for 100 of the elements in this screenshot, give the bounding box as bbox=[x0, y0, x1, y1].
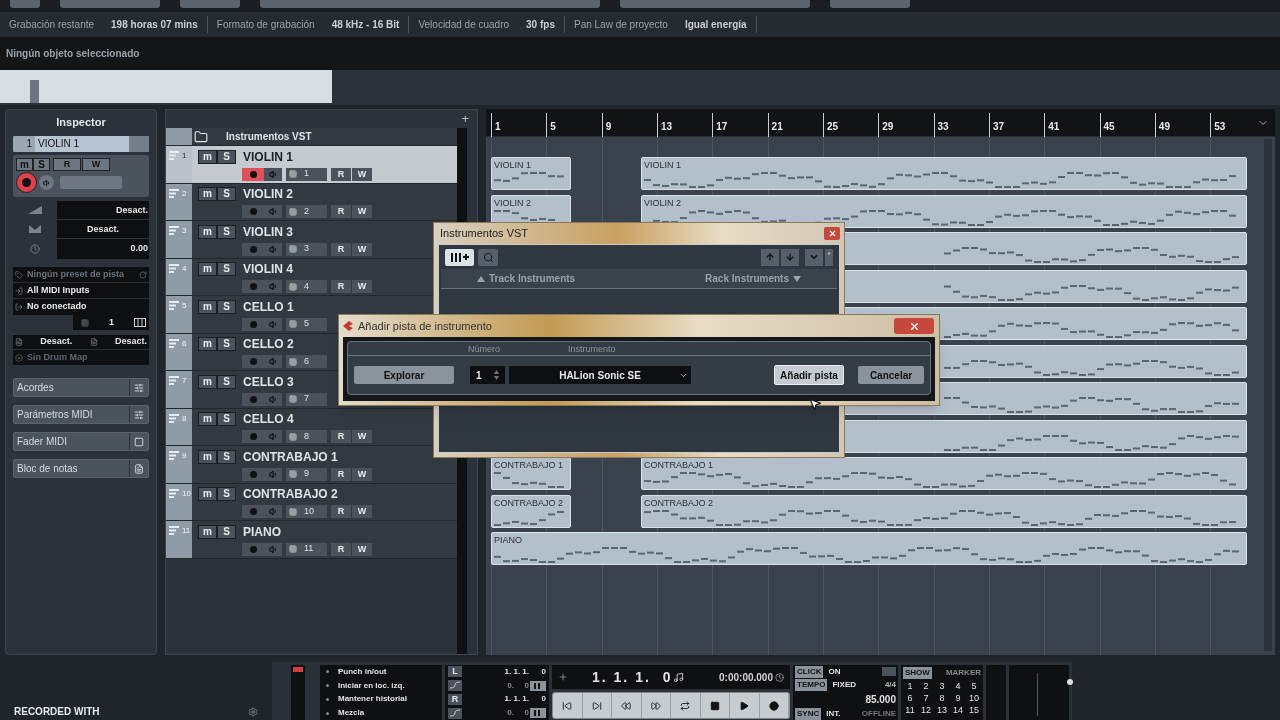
column-header[interactable]: Track Instruments bbox=[477, 271, 576, 286]
track-header[interactable]: m S VIOLIN 3 3 R W bbox=[192, 221, 428, 258]
add-track-confirm-button[interactable]: Añadir pista bbox=[774, 365, 844, 385]
solo-button[interactable]: S bbox=[217, 449, 236, 464]
settings-icon[interactable] bbox=[248, 706, 258, 717]
sync-button[interactable]: SYNC bbox=[795, 707, 822, 720]
mute-button[interactable]: m bbox=[198, 149, 217, 164]
midi-channel-field[interactable]: 4 bbox=[286, 280, 327, 293]
marker-button[interactable]: 11 bbox=[903, 704, 917, 716]
close-button[interactable] bbox=[824, 227, 840, 240]
write-button[interactable]: W bbox=[352, 505, 372, 518]
locator-button[interactable]: L bbox=[448, 666, 462, 678]
solo-button[interactable]: S bbox=[217, 299, 236, 314]
track-header[interactable]: m S CONTRABAJO 1 9 R W bbox=[192, 446, 428, 483]
tempo-button[interactable]: TEMPO bbox=[795, 678, 828, 691]
marker-button[interactable]: 8 bbox=[935, 692, 949, 704]
solo-button[interactable]: S bbox=[217, 337, 236, 351]
write-button[interactable]: W bbox=[352, 430, 372, 443]
track-header[interactable]: m S CONTRABAJO 2 10 R W bbox=[192, 483, 428, 520]
solo-button[interactable]: S bbox=[217, 412, 236, 426]
number-field[interactable]: 1 bbox=[470, 366, 505, 384]
write-button[interactable]: W bbox=[82, 158, 110, 171]
inspector-section-button[interactable]: Parámetros MIDI bbox=[13, 405, 149, 424]
add-track-button[interactable]: + bbox=[461, 110, 469, 128]
monitor-button[interactable] bbox=[264, 167, 282, 181]
marker-button[interactable]: 12 bbox=[919, 704, 933, 716]
column-header[interactable]: Rack Instruments bbox=[705, 271, 801, 286]
mute-button[interactable]: m bbox=[198, 224, 217, 239]
midi-channel-field[interactable]: 8 bbox=[286, 430, 327, 443]
mute-button[interactable]: m bbox=[198, 374, 217, 389]
solo-button[interactable]: S bbox=[217, 224, 236, 239]
midi-output-label[interactable]: No conectado bbox=[27, 300, 87, 314]
search-button[interactable] bbox=[478, 248, 498, 266]
read-button[interactable]: R bbox=[331, 505, 351, 518]
mute-button[interactable]: m bbox=[198, 487, 217, 501]
solo-button[interactable]: S bbox=[217, 187, 236, 201]
browse-button[interactable]: Explorar bbox=[354, 366, 454, 384]
read-button[interactable]: R bbox=[331, 542, 351, 556]
mute-button[interactable]: m bbox=[198, 524, 217, 539]
locator-button[interactable]: R bbox=[448, 693, 462, 705]
read-button[interactable]: R bbox=[331, 167, 351, 181]
solo-button[interactable]: S bbox=[217, 487, 236, 501]
midi-channel-field[interactable]: 5 bbox=[286, 317, 327, 331]
write-button[interactable]: W bbox=[352, 542, 372, 556]
read-button[interactable]: R bbox=[331, 430, 351, 443]
marker-button[interactable]: 4 bbox=[951, 680, 965, 692]
midi-input-label[interactable]: All MIDI Inputs bbox=[27, 283, 90, 298]
menu-button[interactable] bbox=[805, 248, 823, 266]
marker-button[interactable]: 5 bbox=[967, 680, 981, 692]
punch-option[interactable]: Mantener historial bbox=[338, 693, 407, 706]
mute-button[interactable]: m bbox=[198, 449, 217, 464]
reload-icon[interactable] bbox=[139, 270, 147, 279]
move-down-button[interactable] bbox=[781, 248, 799, 266]
midi-channel-field[interactable]: 10 bbox=[286, 505, 327, 518]
marker-button[interactable]: 13 bbox=[935, 704, 949, 716]
nudge-icon[interactable] bbox=[558, 672, 568, 682]
instrument-dropdown[interactable]: HALion Sonic SE bbox=[509, 366, 691, 384]
midi-channel-field[interactable]: 1 bbox=[286, 167, 327, 181]
track-selector[interactable]: 1 VIOLIN 1 bbox=[13, 136, 149, 152]
inspector-section-button[interactable]: Bloc de notas bbox=[13, 459, 149, 478]
write-button[interactable]: W bbox=[352, 280, 372, 293]
write-button[interactable]: W bbox=[352, 242, 372, 256]
track-header[interactable]: m S PIANO 11 R W bbox=[192, 521, 428, 558]
marker-button[interactable]: 15 bbox=[967, 704, 981, 716]
marker-button[interactable]: 6 bbox=[903, 692, 917, 704]
inspector-section-button[interactable]: Fader MIDI bbox=[13, 432, 149, 451]
midi-channel-field[interactable]: 7 bbox=[286, 392, 327, 406]
marker-button[interactable]: 9 bbox=[951, 692, 965, 704]
marker-button[interactable]: 3 bbox=[935, 680, 949, 692]
move-up-button[interactable] bbox=[761, 248, 779, 266]
toolbar-button[interactable] bbox=[10, 0, 40, 8]
mute-button[interactable]: m bbox=[198, 299, 217, 314]
write-button[interactable]: W bbox=[352, 467, 372, 481]
close-button[interactable] bbox=[894, 318, 934, 334]
show-button[interactable]: SHOW bbox=[903, 667, 932, 679]
midi-channel-field[interactable]: 3 bbox=[286, 242, 327, 256]
marker-button[interactable]: 7 bbox=[919, 692, 933, 704]
solo-button[interactable]: S bbox=[217, 374, 236, 389]
midi-channel-field[interactable]: 9 bbox=[286, 467, 327, 481]
cancel-button[interactable]: Cancelar bbox=[858, 366, 924, 384]
read-button[interactable]: R bbox=[331, 280, 351, 293]
midi-channel-field[interactable]: 2 bbox=[286, 205, 327, 218]
mute-button[interactable]: m bbox=[198, 262, 217, 276]
click-button[interactable]: CLICK bbox=[795, 665, 824, 678]
mute-button[interactable]: m bbox=[198, 412, 217, 426]
read-button[interactable]: R bbox=[331, 242, 351, 256]
track-header[interactable]: m S CELLO 4 8 R W bbox=[192, 408, 428, 445]
write-button[interactable]: W bbox=[352, 167, 372, 181]
mute-button[interactable]: m bbox=[16, 158, 33, 171]
solo-button[interactable]: S bbox=[33, 158, 50, 171]
punch-option[interactable]: Punch in/out bbox=[338, 665, 387, 678]
marker-button[interactable]: 14 bbox=[951, 704, 965, 716]
track-header[interactable]: m S VIOLIN 4 4 R W bbox=[192, 258, 428, 295]
mute-button[interactable]: m bbox=[198, 337, 217, 351]
midi-channel-field[interactable]: 11 bbox=[286, 542, 327, 556]
inspector-section-button[interactable]: Acordes bbox=[13, 378, 149, 397]
marker-button[interactable]: 2 bbox=[919, 680, 933, 692]
midi-channel-field[interactable]: 6 bbox=[286, 355, 327, 368]
add-instrument-button[interactable] bbox=[445, 248, 474, 266]
write-button[interactable]: W bbox=[352, 205, 372, 218]
